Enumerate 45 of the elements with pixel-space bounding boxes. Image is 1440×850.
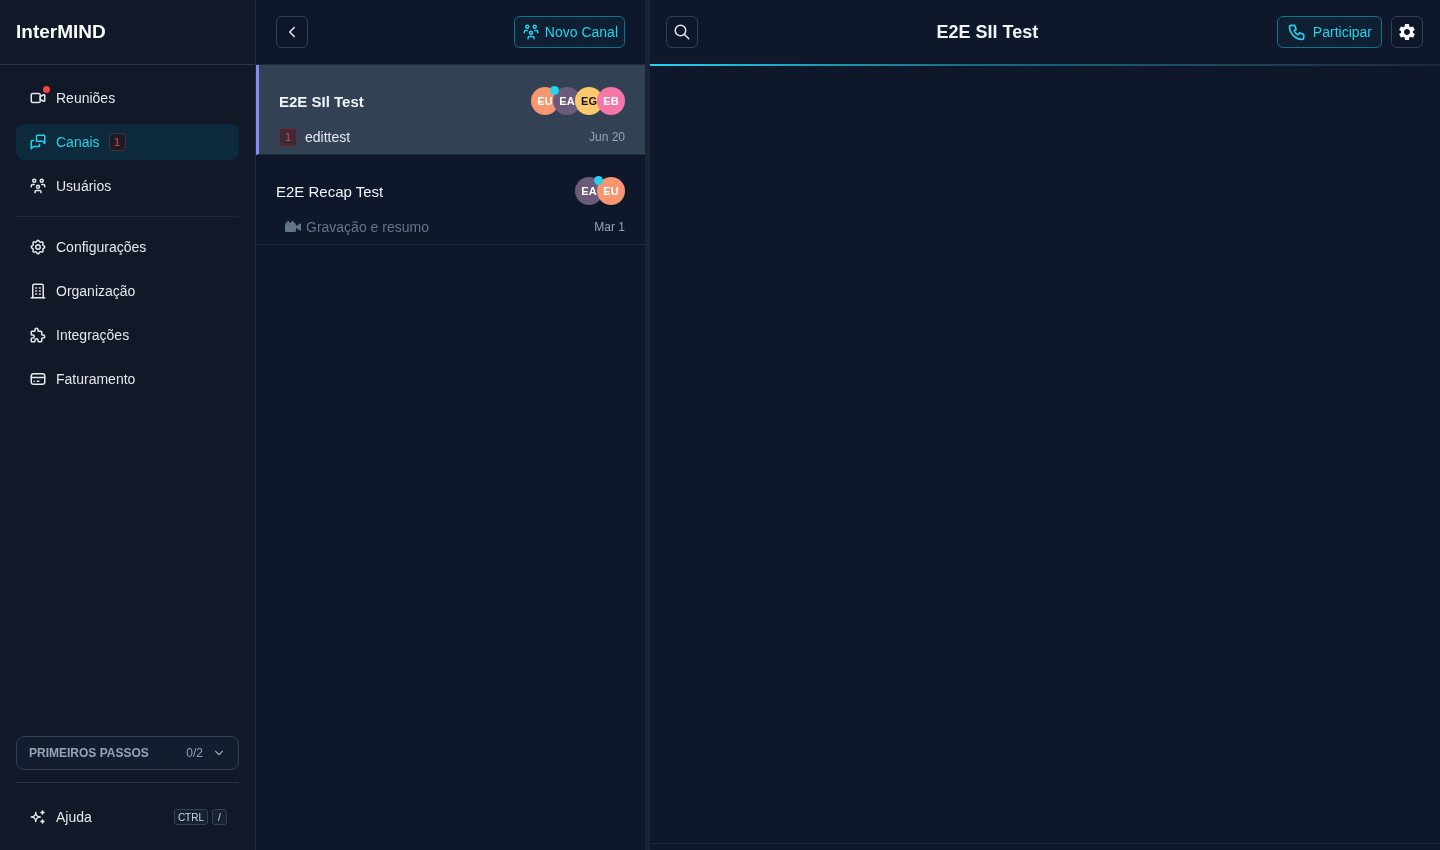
nav-item[interactable]: Reuniões — [16, 80, 239, 116]
message-preview: edittest — [305, 129, 352, 145]
channel-row[interactable]: E2E SIl Test EU EA EG EB 1 edittest Jun 20 — [256, 65, 645, 155]
video-camera-icon — [285, 221, 301, 233]
keyboard-key: CTRL — [173, 809, 208, 825]
message-preview: Gravação e resumo — [306, 219, 430, 235]
chat-bubbles-icon — [29, 133, 47, 151]
channel-title: E2E SIl Test — [935, 21, 1040, 43]
nav-item[interactable]: Organização — [16, 273, 239, 309]
help-label: Ajuda — [56, 809, 93, 825]
unread-badge: 1 — [279, 128, 297, 146]
progress-count: 0/2 — [186, 746, 203, 760]
avatar: EU — [597, 177, 625, 205]
brand-name: InterMIND — [16, 21, 106, 43]
help-button[interactable]: Ajuda CTRL / — [16, 799, 239, 835]
new-channel-button[interactable]: Novo Canal — [513, 16, 625, 48]
search-button[interactable] — [666, 16, 698, 48]
phone-icon — [1286, 22, 1307, 42]
people-icon — [29, 177, 47, 195]
gear-icon — [29, 238, 47, 256]
keyboard-key: / — [212, 809, 227, 825]
nav-item[interactable]: Integrações — [16, 317, 239, 353]
building-icon — [29, 282, 47, 300]
channel-title: E2E Recap Test — [276, 182, 384, 200]
credit-card-icon — [29, 370, 47, 388]
nav-item[interactable]: Faturamento — [16, 361, 239, 397]
count-badge: 1 — [108, 133, 126, 151]
message-date: Mar 1 — [594, 220, 625, 234]
nav-item[interactable]: Canais 1 — [16, 124, 239, 160]
getting-started-label: PRIMEIROS PASSOS — [29, 746, 150, 760]
join-call-button[interactable]: Participar — [1276, 16, 1382, 48]
message-date: Jun 20 — [588, 130, 625, 144]
settings-icon — [1397, 22, 1417, 42]
settings-button[interactable] — [1391, 16, 1423, 48]
search-icon — [673, 23, 691, 41]
people-icon — [521, 23, 540, 41]
puzzle-icon — [29, 326, 47, 344]
getting-started-toggle[interactable]: PRIMEIROS PASSOS 0/2 — [16, 736, 239, 770]
channel-row[interactable]: E2E Recap Test EA EU Gravação e resumo Mar 1 — [256, 155, 645, 245]
sparkles-icon — [29, 808, 47, 826]
nav-item[interactable]: Usuários — [16, 168, 239, 204]
nav-item[interactable]: Configurações — [16, 229, 239, 265]
channel-title: E2E SIl Test — [279, 92, 364, 110]
back-button[interactable] — [276, 16, 308, 48]
avatar: EB — [597, 87, 625, 115]
